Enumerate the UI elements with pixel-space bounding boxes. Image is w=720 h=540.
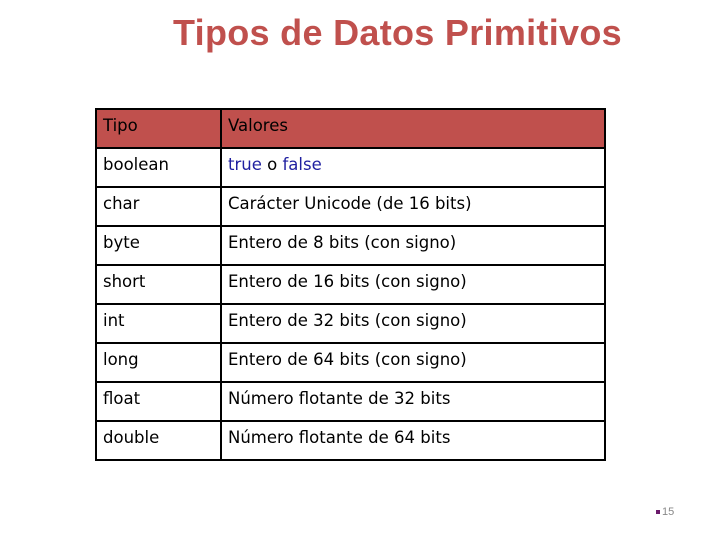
table-row: boolean true o false [95,147,606,188]
bullet-icon [656,510,660,515]
type-cell: long [95,342,222,383]
primitive-types-table: Tipo Valores boolean true o false char C… [95,108,606,461]
table-row: int Entero de 32 bits (con signo) [95,303,606,344]
type-cell: float [95,381,222,422]
table-row: short Entero de 16 bits (con signo) [95,264,606,305]
keyword-true: true [228,155,262,174]
value-cell: Entero de 64 bits (con signo) [220,342,606,383]
conjunction: o [261,155,283,174]
slide-title: Tipos de Datos Primitivos [173,12,622,53]
table-row: char Carácter Unicode (de 16 bits) [95,186,606,227]
type-cell: int [95,303,222,344]
table-header-row: Tipo Valores [95,108,606,149]
type-cell: double [95,420,222,461]
value-cell: Número flotante de 64 bits [220,420,606,461]
table-row: long Entero de 64 bits (con signo) [95,342,606,383]
table-row: float Número flotante de 32 bits [95,381,606,422]
value-cell: Carácter Unicode (de 16 bits) [220,186,606,227]
value-cell: Entero de 32 bits (con signo) [220,303,606,344]
table-row: double Número flotante de 64 bits [95,420,606,461]
value-cell: Entero de 16 bits (con signo) [220,264,606,305]
type-cell: short [95,264,222,305]
table-row: byte Entero de 8 bits (con signo) [95,225,606,266]
type-cell: char [95,186,222,227]
keyword-false: false [282,155,322,174]
type-cell: boolean [95,147,222,188]
page-number-text: 15 [662,506,675,518]
value-cell: Número flotante de 32 bits [220,381,606,422]
type-cell: byte [95,225,222,266]
value-cell: true o false [220,147,606,188]
header-tipo: Tipo [95,108,222,149]
page-number: 15 [656,506,674,518]
header-valores: Valores [220,108,606,149]
value-cell: Entero de 8 bits (con signo) [220,225,606,266]
